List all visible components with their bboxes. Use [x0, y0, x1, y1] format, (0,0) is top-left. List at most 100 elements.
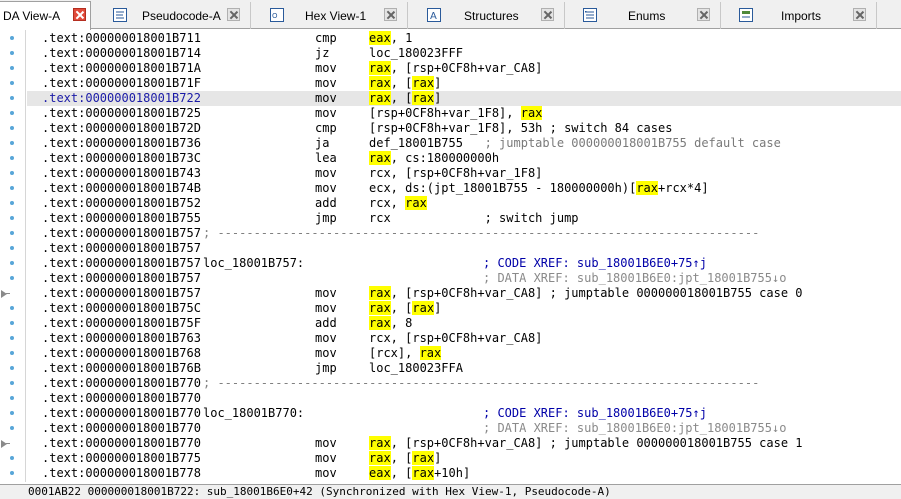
mnemonic[interactable]: cmp — [315, 31, 337, 46]
breakpoint-dot-icon[interactable] — [10, 456, 14, 460]
breakpoint-dot-icon[interactable] — [10, 261, 14, 265]
operands[interactable]: rax, [rsp+0CF8h+var_CA8] — [369, 61, 542, 76]
line-address[interactable]: .text:000000018001B775 — [42, 451, 201, 466]
line-address[interactable]: .text:000000018001B752 — [42, 196, 201, 211]
breakpoint-dot-icon[interactable] — [10, 396, 14, 400]
breakpoint-dot-icon[interactable] — [10, 351, 14, 355]
breakpoint-dot-icon[interactable] — [10, 66, 14, 70]
listing-line[interactable]: .text:000000018001B770 — [27, 391, 901, 406]
close-icon[interactable] — [697, 8, 710, 21]
highlighted-register[interactable]: rax — [369, 316, 391, 330]
line-address[interactable]: .text:000000018001B778 — [42, 466, 201, 481]
operands[interactable]: rax, [rax] — [369, 91, 441, 106]
xref-comment[interactable]: ; CODE XREF: sub_18001B6E0+75↑j — [483, 406, 707, 421]
operands[interactable]: rax, cs:180000000h — [369, 151, 499, 166]
line-address[interactable]: .text:000000018001B757 — [42, 271, 201, 286]
operands[interactable]: eax, 1 — [369, 31, 412, 46]
line-address[interactable]: .text:000000018001B72D — [42, 121, 201, 136]
listing-line[interactable]: .text:000000018001B757 loc_18001B757: ; CO… — [27, 256, 901, 271]
listing-line[interactable]: .text:000000018001B755 jmp rcx ; switch ju… — [27, 211, 901, 226]
listing-line[interactable]: .text:000000018001B775 mov rax, [rax] — [27, 451, 901, 466]
tab-imports[interactable]: Imports — [732, 2, 877, 29]
listing-line[interactable]: .text:000000018001B736 ja def_18001B755 ; … — [27, 136, 901, 151]
listing-line[interactable]: .text:000000018001B711 cmp eax, 1 — [27, 31, 901, 46]
line-address[interactable]: .text:000000018001B714 — [42, 46, 201, 61]
operands[interactable]: def_18001B755 ; jumptable 000000018001B7… — [369, 136, 781, 151]
mnemonic[interactable]: mov — [315, 91, 337, 106]
mnemonic[interactable]: add — [315, 196, 337, 211]
operands[interactable]: rax, [rsp+0CF8h+var_CA8] ; jumptable 000… — [369, 436, 803, 451]
operands[interactable]: [rsp+0CF8h+var_1F8], 53h ; switch 84 cas… — [369, 121, 672, 136]
xref-comment[interactable]: ; CODE XREF: sub_18001B6E0+75↑j — [483, 256, 707, 271]
tab-hex-view-1[interactable]: O Hex View-1 — [263, 2, 408, 29]
line-address[interactable]: .text:000000018001B736 — [42, 136, 201, 151]
highlighted-register[interactable]: rax — [636, 181, 658, 195]
highlighted-register[interactable]: rax — [369, 286, 391, 300]
operands[interactable]: rcx, rax — [369, 196, 427, 211]
listing-line[interactable]: .text:000000018001B74B mov ecx, ds:(jpt_18… — [27, 181, 901, 196]
listing-line[interactable]: .text:000000018001B757 ; DATA XREF: sub_1… — [27, 271, 901, 286]
listing-line[interactable]: .text:000000018001B770 loc_18001B770: ; CO… — [27, 406, 901, 421]
listing-line[interactable]: .text:000000018001B71A mov rax, [rsp+0CF8h… — [27, 61, 901, 76]
mnemonic[interactable]: cmp — [315, 121, 337, 136]
line-address[interactable]: .text:000000018001B743 — [42, 166, 201, 181]
breakpoint-dot-icon[interactable] — [10, 201, 14, 205]
line-address[interactable]: .text:000000018001B770 — [42, 391, 201, 406]
breakpoint-dot-icon[interactable] — [10, 171, 14, 175]
operands[interactable]: loc_180023FFF — [369, 46, 463, 61]
mnemonic[interactable]: mov — [315, 346, 337, 361]
operands[interactable]: rax, 8 — [369, 316, 412, 331]
mnemonic[interactable]: mov — [315, 301, 337, 316]
operands[interactable]: eax, [rax+10h] — [369, 466, 470, 481]
line-address[interactable]: .text:000000018001B770 — [42, 376, 201, 391]
xref-text[interactable]: ; CODE XREF: sub_18001B6E0+75↑j — [483, 406, 707, 420]
line-address[interactable]: .text:000000018001B725 — [42, 106, 201, 121]
breakpoint-dot-icon[interactable] — [10, 306, 14, 310]
highlighted-register[interactable]: rax — [369, 91, 391, 105]
listing-line[interactable]: .text:000000018001B75F add rax, 8 — [27, 316, 901, 331]
breakpoint-dot-icon[interactable] — [10, 231, 14, 235]
mnemonic[interactable]: mov — [315, 106, 337, 121]
line-address[interactable]: .text:000000018001B711 — [42, 31, 201, 46]
line-address[interactable]: .text:000000018001B71A — [42, 61, 201, 76]
mnemonic[interactable]: mov — [315, 331, 337, 346]
mnemonic[interactable]: ja — [315, 136, 329, 151]
mnemonic[interactable]: mov — [315, 76, 337, 91]
line-address[interactable]: .text:000000018001B75C — [42, 301, 201, 316]
breakpoint-dot-icon[interactable] — [10, 216, 14, 220]
mnemonic[interactable]: mov — [315, 436, 337, 451]
close-icon[interactable] — [227, 8, 240, 21]
breakpoint-dot-icon[interactable] — [10, 246, 14, 250]
breakpoint-dot-icon[interactable] — [10, 51, 14, 55]
code-label[interactable]: loc_18001B770: — [203, 406, 304, 421]
operands[interactable]: rcx ; switch jump — [369, 211, 579, 226]
breakpoint-dot-icon[interactable] — [10, 36, 14, 40]
mnemonic[interactable]: mov — [315, 451, 337, 466]
breakpoint-dot-icon[interactable] — [10, 186, 14, 190]
xref-comment[interactable]: ; DATA XREF: sub_18001B6E0:jpt_18001B755… — [483, 421, 786, 436]
breakpoint-dot-icon[interactable] — [10, 426, 14, 430]
listing-line[interactable]: .text:000000018001B778 mov eax, [rax+10h] — [27, 466, 901, 481]
line-address[interactable]: .text:000000018001B73C — [42, 151, 201, 166]
mnemonic[interactable]: jmp — [315, 211, 337, 226]
listing-line[interactable]: .text:000000018001B75C mov rax, [rax] — [27, 301, 901, 316]
listing-gutter[interactable] — [0, 30, 26, 482]
highlighted-register[interactable]: rax — [412, 451, 435, 465]
highlighted-register[interactable]: rax — [369, 301, 391, 315]
listing-line[interactable]: .text:000000018001B76B jmp loc_180023FFA — [27, 361, 901, 376]
line-address[interactable]: .text:000000018001B770 — [42, 436, 201, 451]
highlighted-register[interactable]: rax — [412, 76, 435, 90]
mnemonic[interactable]: mov — [315, 466, 337, 481]
highlighted-register[interactable]: rax — [412, 91, 435, 105]
line-address[interactable]: .text:000000018001B770 — [42, 406, 201, 421]
tab-ida-view-a[interactable]: DA View-A — [0, 1, 91, 30]
listing-line[interactable]: .text:000000018001B757 — [27, 241, 901, 256]
breakpoint-dot-icon[interactable] — [10, 381, 14, 385]
close-icon[interactable] — [384, 8, 397, 21]
highlighted-register[interactable]: rax — [369, 61, 391, 75]
listing-line[interactable]: .text:000000018001B757; ----------------… — [27, 226, 901, 241]
mnemonic[interactable]: mov — [315, 166, 337, 181]
listing-line[interactable]: .text:000000018001B714 jz loc_180023FFF — [27, 46, 901, 61]
close-icon[interactable] — [73, 8, 86, 21]
line-address[interactable]: .text:000000018001B75F — [42, 316, 201, 331]
